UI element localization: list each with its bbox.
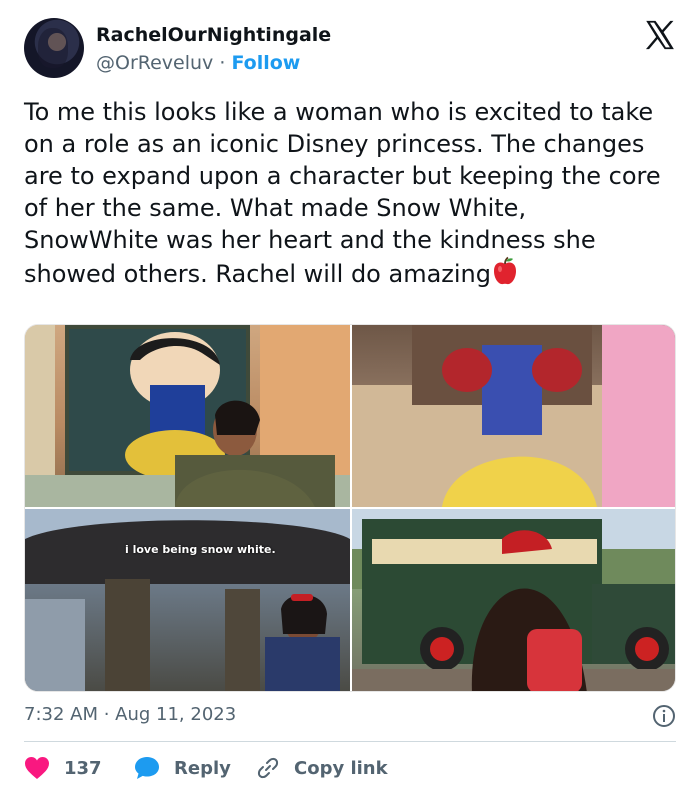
photo-3-illustration (25, 509, 350, 691)
actions-divider (24, 741, 676, 742)
tweet-body: To me this looks like a woman who is exc… (24, 96, 664, 290)
copy-link-button[interactable]: Copy link (256, 754, 388, 782)
photo-1[interactable] (25, 325, 350, 507)
author-avatar[interactable] (24, 18, 84, 78)
tweet-timestamp[interactable]: 7:32 AM · Aug 11, 2023 (24, 704, 236, 725)
photo-1-illustration (25, 325, 350, 507)
handle-separator: · (213, 52, 232, 74)
author-handle-row: @OrReveluv · Follow (96, 52, 300, 74)
red-apple-icon (494, 256, 516, 285)
follow-button[interactable]: Follow (231, 52, 300, 74)
like-button[interactable]: 137 (24, 754, 102, 782)
reply-label: Reply (174, 757, 231, 779)
author-handle[interactable]: @OrReveluv (96, 52, 213, 74)
photo-4[interactable] (352, 509, 675, 691)
photo-2[interactable] (352, 325, 675, 507)
tweet-actions: 137 Reply Copy link (24, 754, 676, 782)
photo-3[interactable]: i love being snow white. (25, 509, 350, 691)
heart-icon (25, 757, 49, 779)
link-icon (257, 757, 279, 779)
tweet-card: RachelOurNightingale @OrReveluv · Follow… (0, 0, 700, 795)
speech-bubble-icon (135, 757, 159, 779)
photo-4-illustration (352, 509, 675, 691)
author-display-name[interactable]: RachelOurNightingale (96, 24, 331, 46)
reply-button[interactable]: Reply (134, 754, 231, 782)
like-count: 137 (64, 757, 102, 779)
tweet-text: To me this looks like a woman who is exc… (24, 98, 661, 288)
copy-link-label: Copy link (294, 757, 388, 779)
photo-2-illustration (352, 325, 675, 507)
tweet-header: RachelOurNightingale @OrReveluv · Follow (24, 18, 676, 82)
photo-3-caption: i love being snow white. (125, 543, 276, 556)
media-grid[interactable]: i love being snow white. (24, 324, 676, 692)
info-icon[interactable] (652, 704, 676, 728)
x-logo-icon[interactable] (642, 18, 676, 52)
